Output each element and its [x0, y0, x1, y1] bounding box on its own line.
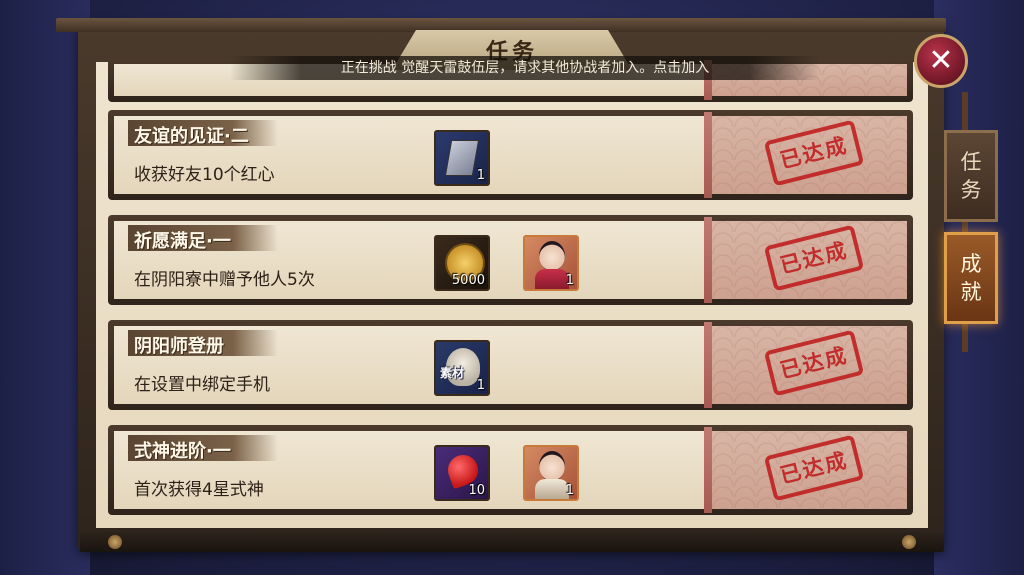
tab-label: 务 [960, 178, 982, 202]
task-title: 祈愿满足·一 [134, 231, 231, 252]
corner-knob [108, 535, 122, 549]
close-icon: ✕ [928, 43, 954, 78]
task-row-divider [704, 112, 712, 198]
task-row-body: 友谊的见证·二 收获好友10个红心 1 [114, 116, 706, 194]
task-description: 在阴阳寮中赠予他人5次 [134, 270, 315, 290]
reward-count: 1 [476, 168, 485, 183]
task-status-area: 已达成 [712, 326, 907, 404]
close-button[interactable]: ✕ [914, 34, 968, 88]
task-status-area: 已达成 [712, 431, 907, 509]
reward-item[interactable]: 1 [434, 130, 490, 186]
panel-bottom-rail [80, 532, 944, 552]
shikigami-portrait-icon [539, 451, 565, 481]
task-status-area: 已达成 [712, 221, 907, 299]
reward-item[interactable]: 5000 [434, 235, 490, 291]
corner-knob [902, 535, 916, 549]
task-description: 在设置中绑定手机 [134, 375, 270, 395]
shikigami-body [535, 269, 569, 289]
tab-achievements[interactable]: 成 就 [944, 232, 998, 324]
completed-stamp: 已达成 [763, 224, 865, 292]
task-row-divider [704, 217, 712, 303]
completed-stamp: 已达成 [763, 329, 865, 397]
tab-label: 就 [960, 280, 982, 304]
reward-count: 5000 [451, 273, 485, 288]
task-description: 首次获得4星式神 [134, 480, 264, 500]
background-left [0, 0, 90, 575]
task-row-body: 阴阳师登册 在设置中绑定手机 素材 1 [114, 326, 706, 404]
panel-top-rail [56, 18, 946, 32]
card-icon [444, 140, 480, 176]
task-row-body: 祈愿满足·一 在阴阳寮中赠予他人5次 5000 1 [114, 221, 706, 299]
task-row-divider [704, 427, 712, 513]
task-row: 祈愿满足·一 在阴阳寮中赠予他人5次 5000 1 已达成 [108, 215, 913, 305]
task-row: 友谊的见证·二 收获好友10个红心 1 已达成 [108, 110, 913, 200]
shikigami-body [535, 479, 569, 499]
task-row: 阴阳师登册 在设置中绑定手机 素材 1 已达成 [108, 320, 913, 410]
tab-label: 成 [960, 252, 982, 276]
shikigami-portrait-icon [539, 241, 565, 271]
task-title: 式神进阶·一 [134, 441, 231, 462]
reward-count: 1 [565, 273, 574, 288]
completed-stamp: 已达成 [763, 434, 865, 502]
reward-count: 10 [468, 483, 485, 498]
reward-count: 1 [476, 378, 485, 393]
task-description: 收获好友10个红心 [134, 165, 275, 185]
task-row-body: 式神进阶·一 首次获得4星式神 10 1 [114, 431, 706, 509]
completed-stamp: 已达成 [763, 119, 865, 187]
task-row: 式神进阶·一 首次获得4星式神 10 1 已达成 [108, 425, 913, 515]
task-title: 阴阳师登册 [134, 336, 224, 357]
reward-item[interactable]: 10 [434, 445, 490, 501]
reward-item[interactable]: 1 [523, 445, 579, 501]
task-status-area: 已达成 [712, 116, 907, 194]
tab-tasks[interactable]: 任 务 [944, 130, 998, 222]
task-title: 友谊的见证·二 [134, 126, 249, 147]
reward-count: 1 [565, 483, 574, 498]
task-row-divider [704, 322, 712, 408]
coop-notice-banner[interactable]: 正在挑战 觉醒天雷鼓伍层，请求其他协战者加入。点击加入 [230, 56, 820, 80]
reward-tag: 素材 [440, 366, 465, 380]
reward-item[interactable]: 1 [523, 235, 579, 291]
reward-item[interactable]: 素材 1 [434, 340, 490, 396]
tab-label: 任 [960, 150, 982, 174]
